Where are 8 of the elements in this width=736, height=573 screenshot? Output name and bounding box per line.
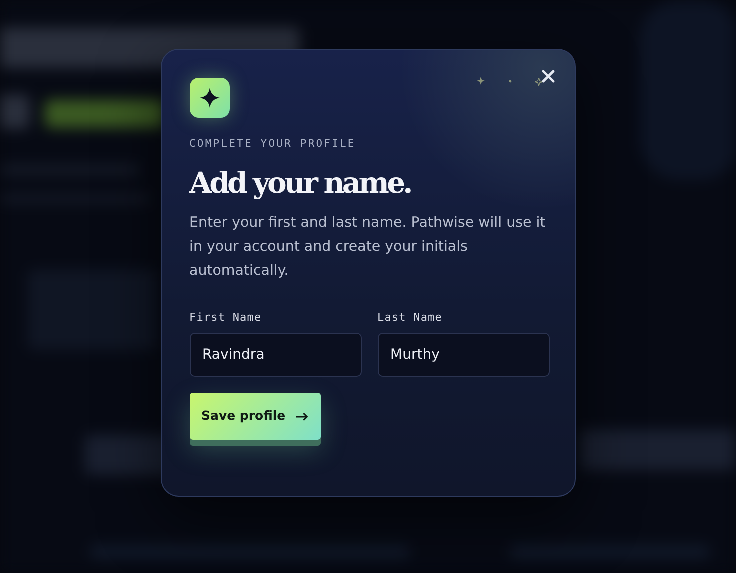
field-label: Last Name: [378, 311, 444, 325]
input-field[interactable]: Ravindra: [190, 333, 362, 377]
dialog-title: Add your name.: [190, 165, 412, 201]
eyebrow-label: COMPLETE YOUR PROFILE: [190, 137, 357, 151]
field-label: First Name: [190, 311, 263, 325]
save-profile-button[interactable]: Save profile: [190, 393, 320, 440]
dialog-description: Enter your first and last name. Pathwise will use it in your account and create your initials automatically.: [190, 214, 547, 281]
input-field[interactable]: Murthy: [378, 333, 550, 377]
